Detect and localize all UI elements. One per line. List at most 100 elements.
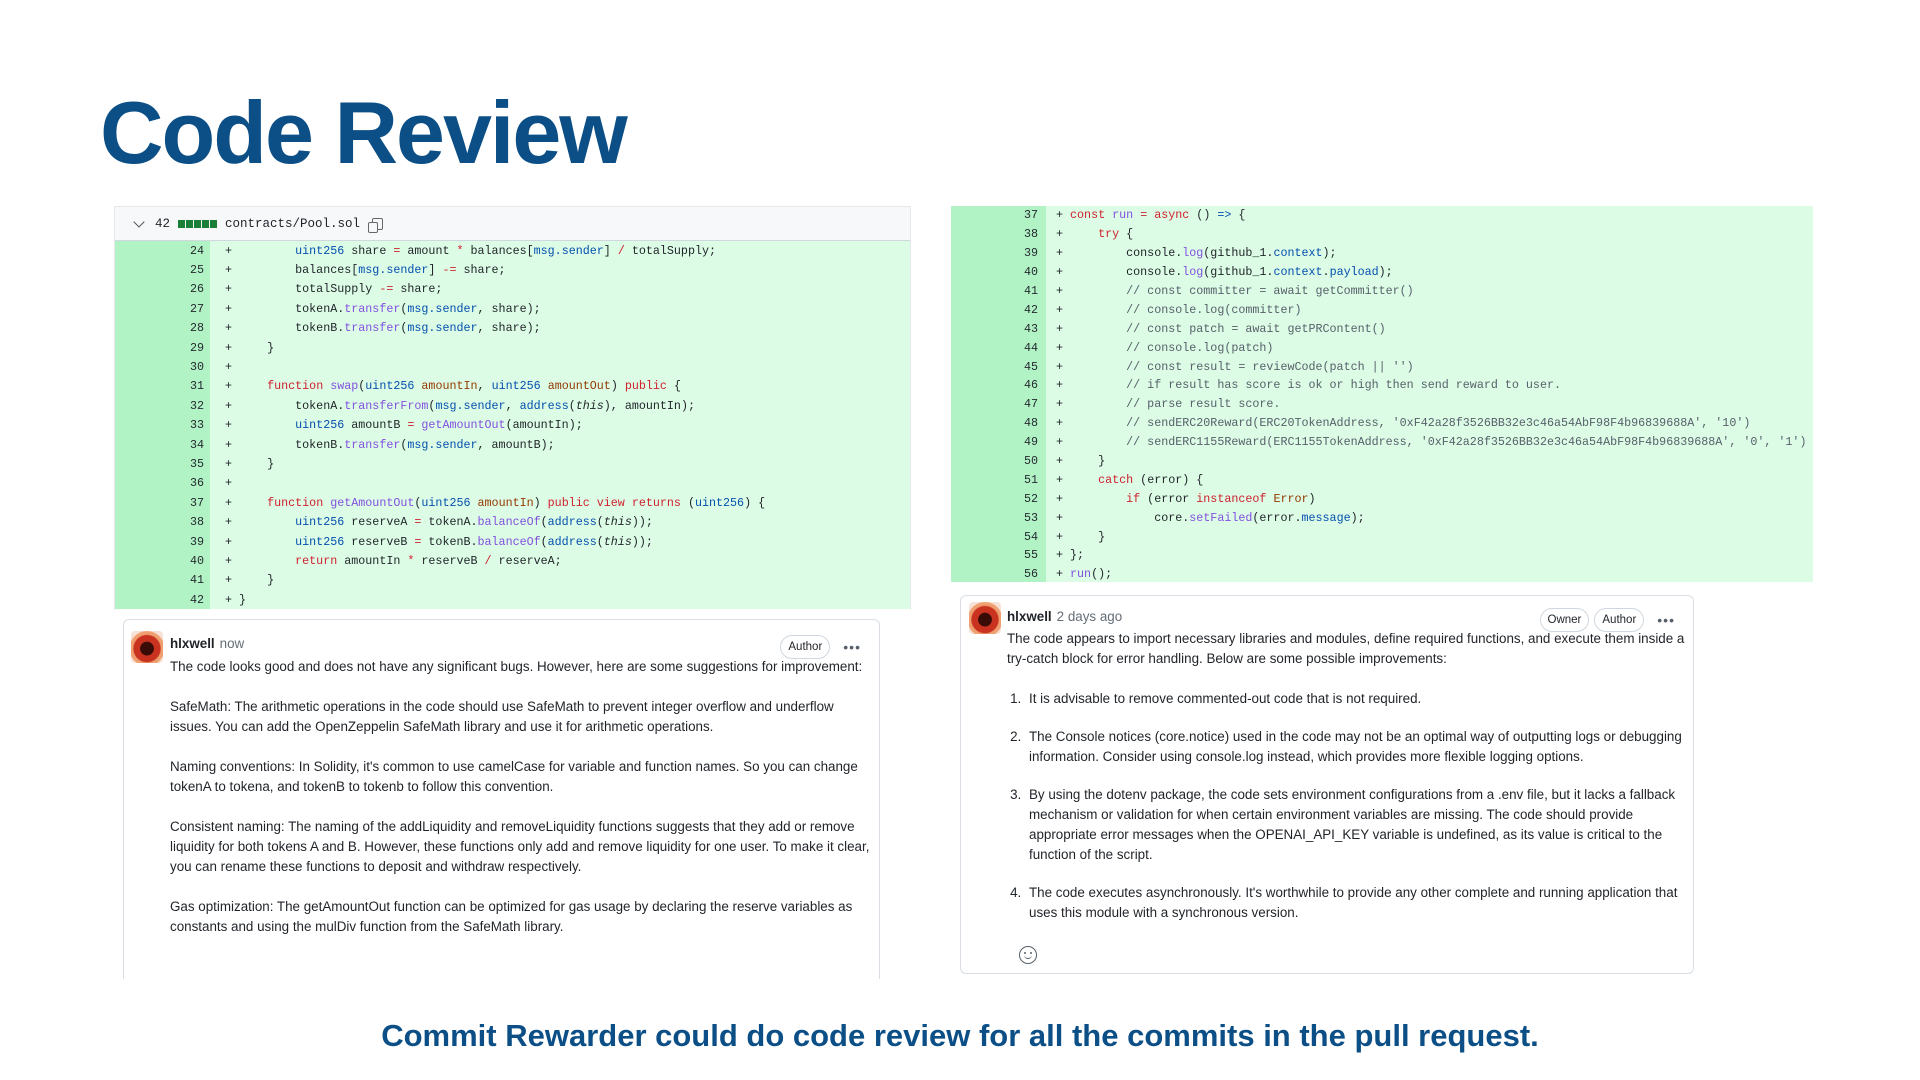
line-number[interactable]: 49 [951,435,1038,449]
comment-author[interactable]: hlxwell [1007,607,1052,627]
diff-line: 46 + // if result has score is ok or high… [951,376,1813,395]
added-marker: + [225,476,240,491]
change-count: 42 [155,216,171,231]
chevron-down-icon[interactable] [133,215,145,228]
avatar[interactable] [969,602,1001,634]
line-number[interactable]: 26 [115,282,204,296]
line-code: + uint256 share = amount * balances[msg.… [204,244,716,258]
comment-paragraph: Gas optimization: The getAmountOut funct… [170,899,853,934]
code-token: } [1070,454,1106,469]
add-reaction-icon[interactable] [1019,946,1037,964]
line-number[interactable]: 25 [115,263,204,277]
code-token: async [1154,208,1190,223]
line-number[interactable]: 37 [115,496,204,510]
code-token: (error. [1252,510,1302,525]
code-token: function [267,495,324,510]
code-token: } [239,456,275,471]
line-number[interactable]: 41 [115,573,204,587]
added-marker: + [225,456,240,471]
more-options-icon[interactable]: ••• [843,637,861,657]
line-number[interactable]: 38 [115,515,204,529]
line-number[interactable]: 44 [951,341,1038,355]
diff-line: 27 + tokenA.transfer(msg.sender, share); [115,299,910,318]
line-code: + } [204,457,274,471]
line-number[interactable]: 42 [951,303,1038,317]
code-token: // const result = reviewCode(patch || ''… [1126,359,1414,374]
line-number[interactable]: 34 [115,438,204,452]
code-token: console. [1070,265,1183,280]
line-number[interactable]: 35 [115,457,204,471]
line-number[interactable]: 28 [115,321,204,335]
line-number[interactable]: 39 [115,535,204,549]
code-token: reserveA; [491,553,562,568]
line-number[interactable]: 31 [115,379,204,393]
line-number[interactable]: 32 [115,399,204,413]
line-number[interactable]: 45 [951,360,1038,374]
code-token: msg.sender [407,301,478,316]
comment-time[interactable]: now [220,634,245,654]
line-code: + }; [1038,548,1084,562]
line-number[interactable]: 37 [951,208,1038,222]
code-token: ); [1378,265,1393,280]
line-code: + } [204,573,274,587]
line-number[interactable]: 41 [951,284,1038,298]
code-token: catch [1098,472,1134,487]
line-number[interactable]: 55 [951,548,1038,562]
line-number[interactable]: 38 [951,227,1038,241]
code-token: msg.sender [407,321,478,336]
code-token: -= [379,282,394,297]
file-name[interactable]: contracts/Pool.sol [225,217,360,231]
code-token: amountOut [547,379,611,394]
line-number[interactable]: 51 [951,473,1038,487]
line-number[interactable]: 40 [115,554,204,568]
comment-time[interactable]: 2 days ago [1057,607,1123,627]
code-token: uint256 [491,379,541,394]
line-number[interactable]: 29 [115,341,204,355]
line-number[interactable]: 43 [951,322,1038,336]
code-token: ) [1308,491,1316,506]
copy-icon[interactable] [368,217,384,233]
line-number[interactable]: 46 [951,378,1038,392]
line-number[interactable]: 39 [951,246,1038,260]
line-number[interactable]: 52 [951,492,1038,506]
line-number[interactable]: 24 [115,244,204,258]
diff-line: 34 + tokenB.transfer(msg.sender, amountB)… [115,435,910,454]
line-number[interactable]: 30 [115,360,204,374]
line-number[interactable]: 56 [951,567,1038,581]
code-token: if [1126,491,1141,506]
avatar[interactable] [131,631,163,663]
code-token: * [456,243,464,258]
code-token: payload [1329,265,1379,280]
list-item: The Console notices (core.notice) used i… [1025,727,1687,767]
line-number[interactable]: 27 [115,302,204,316]
comment-paragraph: SafeMath: The arithmetic operations in t… [170,699,834,734]
more-options-icon[interactable]: ••• [1657,610,1675,630]
line-code: + // parse result score. [1038,397,1280,411]
line-number[interactable]: 42 [115,593,204,607]
code-token: swap [330,379,359,394]
added-marker: + [1056,227,1071,242]
review-comment: hlxwell now Author ••• The code looks go… [123,619,880,979]
code-token: // parse result score. [1126,397,1281,412]
added-marker: + [1056,340,1071,355]
code-token: return [295,553,338,568]
added-marker: + [225,495,240,510]
added-marker: + [1056,321,1071,336]
line-number[interactable]: 54 [951,530,1038,544]
comment-paragraph: The code looks good and does not have an… [170,659,863,674]
line-number[interactable]: 50 [951,454,1038,468]
line-number[interactable]: 33 [115,418,204,432]
line-number[interactable]: 36 [115,476,204,490]
line-code: + totalSupply -= share; [204,282,442,296]
line-number[interactable]: 53 [951,511,1038,525]
slide-title: Code Review [100,83,628,182]
line-number[interactable]: 40 [951,265,1038,279]
line-number[interactable]: 48 [951,416,1038,430]
line-number[interactable]: 47 [951,397,1038,411]
code-token: reserveA [344,515,415,530]
comment-author[interactable]: hlxwell [170,634,215,654]
